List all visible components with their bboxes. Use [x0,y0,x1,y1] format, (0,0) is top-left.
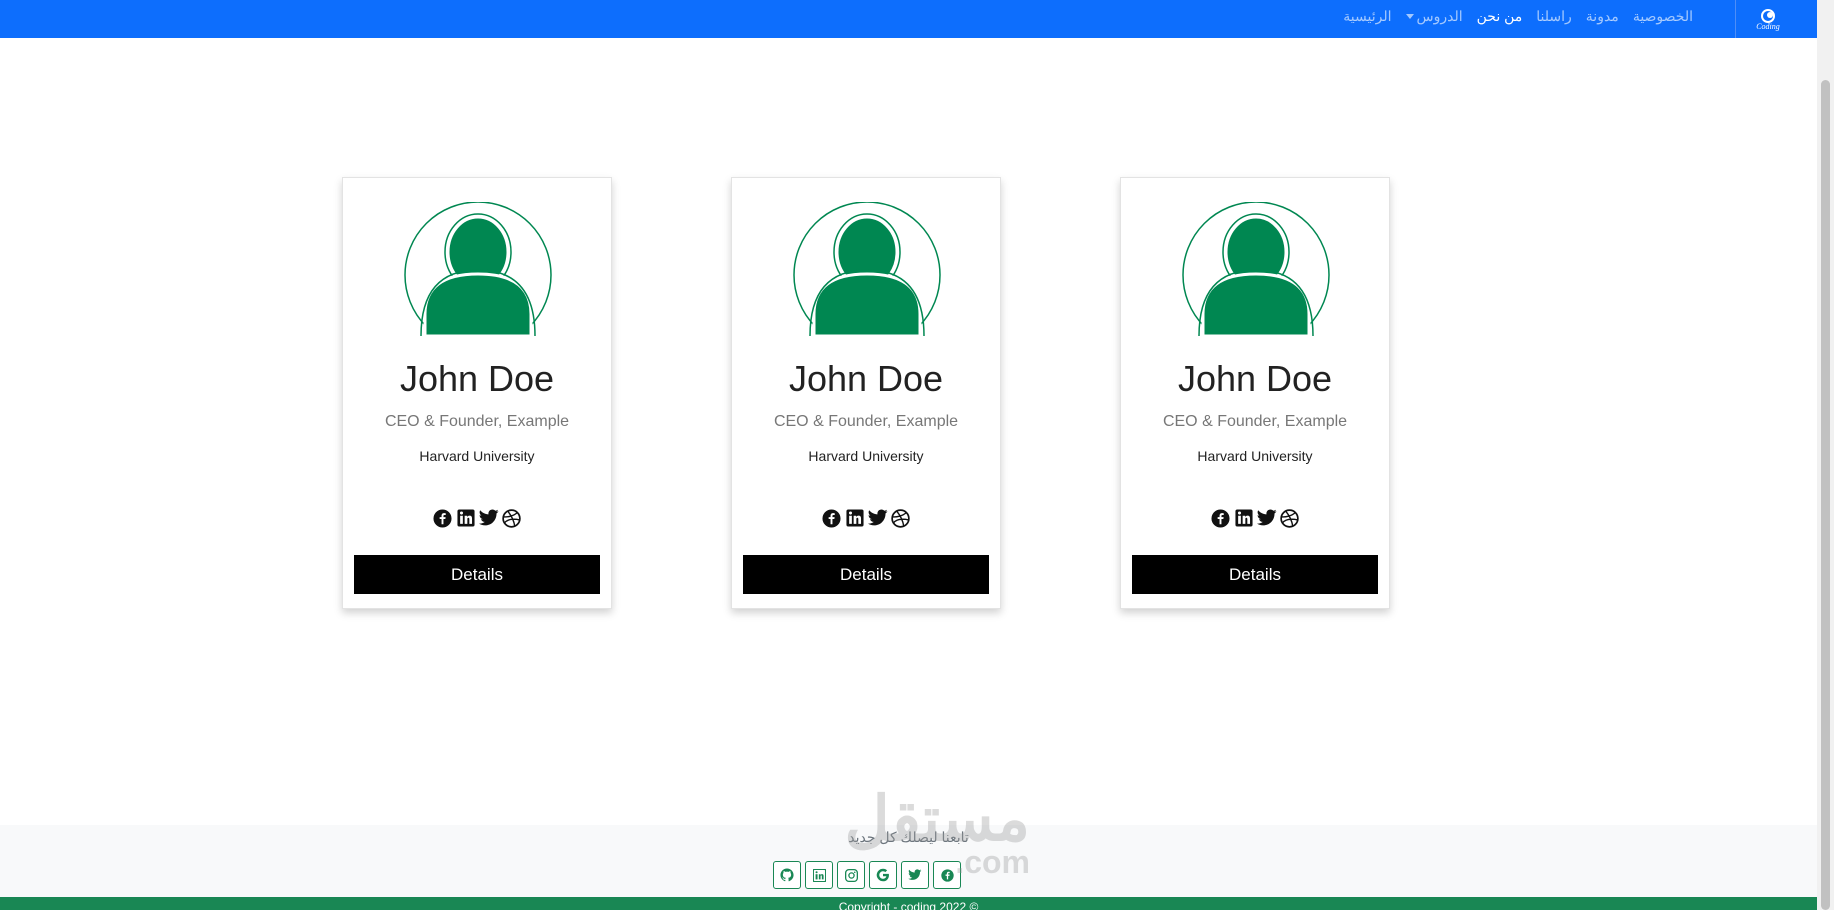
svg-text:Coding: Coding [1756,22,1780,31]
github-icon[interactable] [773,861,801,889]
social-links [732,508,1000,528]
coding-logo-icon: Coding [1756,9,1780,31]
avatar-icon [404,202,552,336]
team-card: John Doe CEO & Founder, Example Harvard … [342,177,612,609]
details-button[interactable]: Details [743,555,989,594]
nav-link-about[interactable]: من نحن [1477,8,1523,25]
top-navbar: Coding الرئيسية الدروس من نحن راسلنا مدو… [0,0,1817,38]
member-name: John Doe [788,358,944,399]
linkedin-icon[interactable] [456,508,476,528]
linkedin-icon[interactable] [845,508,865,528]
twitter-icon[interactable] [867,508,888,528]
social-links [343,508,611,528]
nav-link-lessons-dropdown[interactable]: الدروس [1405,8,1463,25]
nav-link-blog[interactable]: مدونة [1586,8,1619,25]
member-name: John Doe [399,358,555,399]
nav-links: الرئيسية الدروس من نحن راسلنا مدونة الخص… [1343,0,1693,32]
dribbble-icon[interactable] [502,508,522,528]
member-title: CEO & Founder, Example [773,413,959,430]
facebook-icon[interactable] [433,508,453,528]
copyright-bar: Copyright - coding 2022 © [0,897,1817,910]
member-university: Harvard University [1197,448,1313,464]
social-links [1121,508,1389,528]
nav-link-contact[interactable]: راسلنا [1536,8,1572,25]
facebook-icon[interactable] [933,861,961,889]
details-button[interactable]: Details [354,555,600,594]
linkedin-icon[interactable] [805,861,833,889]
nav-link-privacy[interactable]: الخصوصية [1633,8,1693,25]
team-card: John Doe CEO & Founder, Example Harvard … [731,177,1001,609]
twitter-icon[interactable] [478,508,499,528]
page-scrollbar[interactable] [1817,0,1834,910]
team-card: John Doe CEO & Founder, Example Harvard … [1120,177,1390,609]
member-university: Harvard University [419,448,535,464]
team-cards: John Doe CEO & Founder, Example Harvard … [342,177,1390,609]
twitter-icon[interactable] [1256,508,1277,528]
twitter-icon[interactable] [901,861,929,889]
member-title: CEO & Founder, Example [1162,413,1348,430]
brand-logo[interactable]: Coding [1735,0,1799,38]
facebook-icon[interactable] [822,508,842,528]
avatar-icon [1182,202,1330,336]
details-button[interactable]: Details [1132,555,1378,594]
member-name: John Doe [1177,358,1333,399]
dribbble-icon[interactable] [1280,508,1300,528]
member-title: CEO & Founder, Example [384,413,570,430]
dribbble-icon[interactable] [891,508,911,528]
chevron-down-icon [1405,13,1414,19]
instagram-icon[interactable] [837,861,865,889]
footer: تابعنا ليصلك كل جديد [0,825,1817,897]
member-university: Harvard University [808,448,924,464]
footer-follow-text: تابعنا ليصلك كل جديد [848,829,969,845]
footer-social-icons [773,861,961,889]
scrollbar-thumb[interactable] [1821,80,1830,910]
nav-link-home[interactable]: الرئيسية [1343,8,1391,25]
linkedin-icon[interactable] [1234,508,1254,528]
facebook-icon[interactable] [1211,508,1231,528]
avatar-icon [793,202,941,336]
google-icon[interactable] [869,861,897,889]
